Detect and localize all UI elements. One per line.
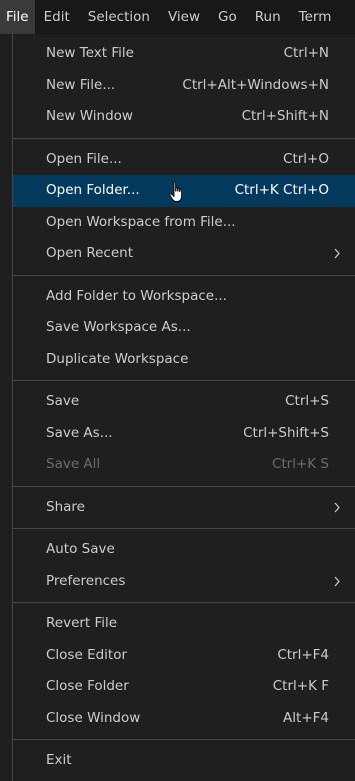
menu-item-exit[interactable]: Exit	[13, 745, 355, 777]
menu-item-shortcut: Ctrl+Shift+S	[243, 424, 329, 441]
menu-item-share[interactable]: Share	[13, 492, 355, 524]
menu-item-shortcut: Ctrl+S	[285, 393, 329, 409]
menu-item-shortcut: Ctrl+O	[283, 150, 329, 167]
menu-item-shortcut: Ctrl+K F	[272, 678, 329, 694]
menu-item-open-file[interactable]: Open File... Ctrl+O	[13, 144, 355, 176]
hand-pointer-icon	[168, 181, 188, 203]
menu-item-label: Open Workspace from File...	[46, 213, 236, 230]
menu-item-label: Open File...	[46, 150, 122, 167]
menubar-item-run[interactable]: Run	[246, 0, 290, 34]
menu-item-close-window[interactable]: Close Window Alt+F4	[13, 703, 355, 735]
menu-item-shortcut: Ctrl+F4	[277, 646, 329, 663]
menubar-item-selection[interactable]: Selection	[79, 0, 159, 34]
menu-item-label: Open Folder...	[46, 182, 140, 198]
menu-item-save-workspace-as[interactable]: Save Workspace As...	[13, 312, 355, 344]
menu-separator	[13, 528, 355, 529]
menu-item-label: Save Workspace As...	[46, 319, 191, 335]
menu-item-shortcut: Ctrl+Shift+N	[241, 108, 329, 124]
menu-item-duplicate-workspace[interactable]: Duplicate Workspace	[13, 344, 355, 376]
menu-item-label: Close Folder	[46, 678, 129, 694]
menu-separator	[13, 739, 355, 740]
menubar-item-view[interactable]: View	[159, 0, 209, 34]
menubar-item-term[interactable]: Term	[290, 0, 341, 34]
menu-separator	[13, 485, 355, 487]
menubar-item-go[interactable]: Go	[209, 0, 246, 34]
menubar-item-file[interactable]: File	[0, 0, 35, 34]
menu-item-label: Close Window	[46, 709, 141, 726]
chevron-right-icon	[332, 238, 342, 270]
menu-item-label: New Window	[46, 108, 133, 124]
menu-item-label: Revert File	[46, 615, 118, 631]
menu-separator	[13, 380, 355, 381]
menu-item-save-all: Save All Ctrl+K S	[13, 449, 355, 481]
menu-item-label: New File...	[46, 76, 116, 93]
menu-item-shortcut: Ctrl+N	[283, 45, 329, 61]
menu-separator	[13, 602, 355, 603]
chevron-right-icon	[332, 492, 342, 524]
menu-item-label: Exit	[46, 752, 72, 768]
menu-separator	[13, 274, 355, 276]
menu-item-add-folder-to-workspace[interactable]: Add Folder to Workspace...	[13, 281, 355, 313]
menu-item-close-folder[interactable]: Close Folder Ctrl+K F	[13, 671, 355, 703]
menu-item-label: Duplicate Workspace	[46, 350, 189, 367]
chevron-right-icon	[332, 566, 342, 598]
menu-item-label: Save	[46, 393, 80, 409]
file-menu-dropdown: New Text File Ctrl+N New File... Ctrl+Alt+W…	[12, 34, 355, 781]
menubar-item-edit[interactable]: Edit	[35, 0, 79, 34]
menu-item-shortcut: Ctrl+Alt+Windows+N	[182, 76, 329, 93]
menu-item-label: Open Recent	[46, 245, 134, 261]
menu-item-new-file[interactable]: New File... Ctrl+Alt+Windows+N	[13, 70, 355, 102]
menu-item-label: Share	[46, 498, 85, 515]
menu-item-save[interactable]: Save Ctrl+S	[13, 386, 355, 418]
menu-item-label: New Text File	[46, 45, 134, 61]
menu-item-label: Auto Save	[46, 541, 115, 557]
menu-item-save-as[interactable]: Save As... Ctrl+Shift+S	[13, 418, 355, 450]
menu-item-revert-file[interactable]: Revert File	[13, 608, 355, 640]
menu-item-open-workspace-from-file[interactable]: Open Workspace from File...	[13, 207, 355, 239]
menu-item-label: Save All	[46, 456, 101, 472]
menu-item-shortcut: Ctrl+K Ctrl+O	[234, 182, 329, 198]
menu-item-new-text-file[interactable]: New Text File Ctrl+N	[13, 38, 355, 70]
menu-item-shortcut: Ctrl+K S	[271, 456, 329, 472]
menu-bar: File Edit Selection View Go Run Term	[0, 0, 355, 34]
menu-item-label: Add Folder to Workspace...	[46, 287, 227, 304]
menu-item-preferences[interactable]: Preferences	[13, 566, 355, 598]
menu-item-close-editor[interactable]: Close Editor Ctrl+F4	[13, 640, 355, 672]
menu-item-label: Save As...	[46, 424, 113, 441]
menu-item-shortcut: Alt+F4	[283, 709, 329, 726]
menu-item-new-window[interactable]: New Window Ctrl+Shift+N	[13, 101, 355, 133]
menu-item-auto-save[interactable]: Auto Save	[13, 534, 355, 566]
menu-item-open-recent[interactable]: Open Recent	[13, 238, 355, 270]
menu-item-label: Close Editor	[46, 646, 128, 663]
menu-item-open-folder[interactable]: Open Folder... Ctrl+K Ctrl+O	[13, 175, 355, 207]
menu-separator	[13, 137, 355, 139]
menu-item-label: Preferences	[46, 572, 126, 589]
